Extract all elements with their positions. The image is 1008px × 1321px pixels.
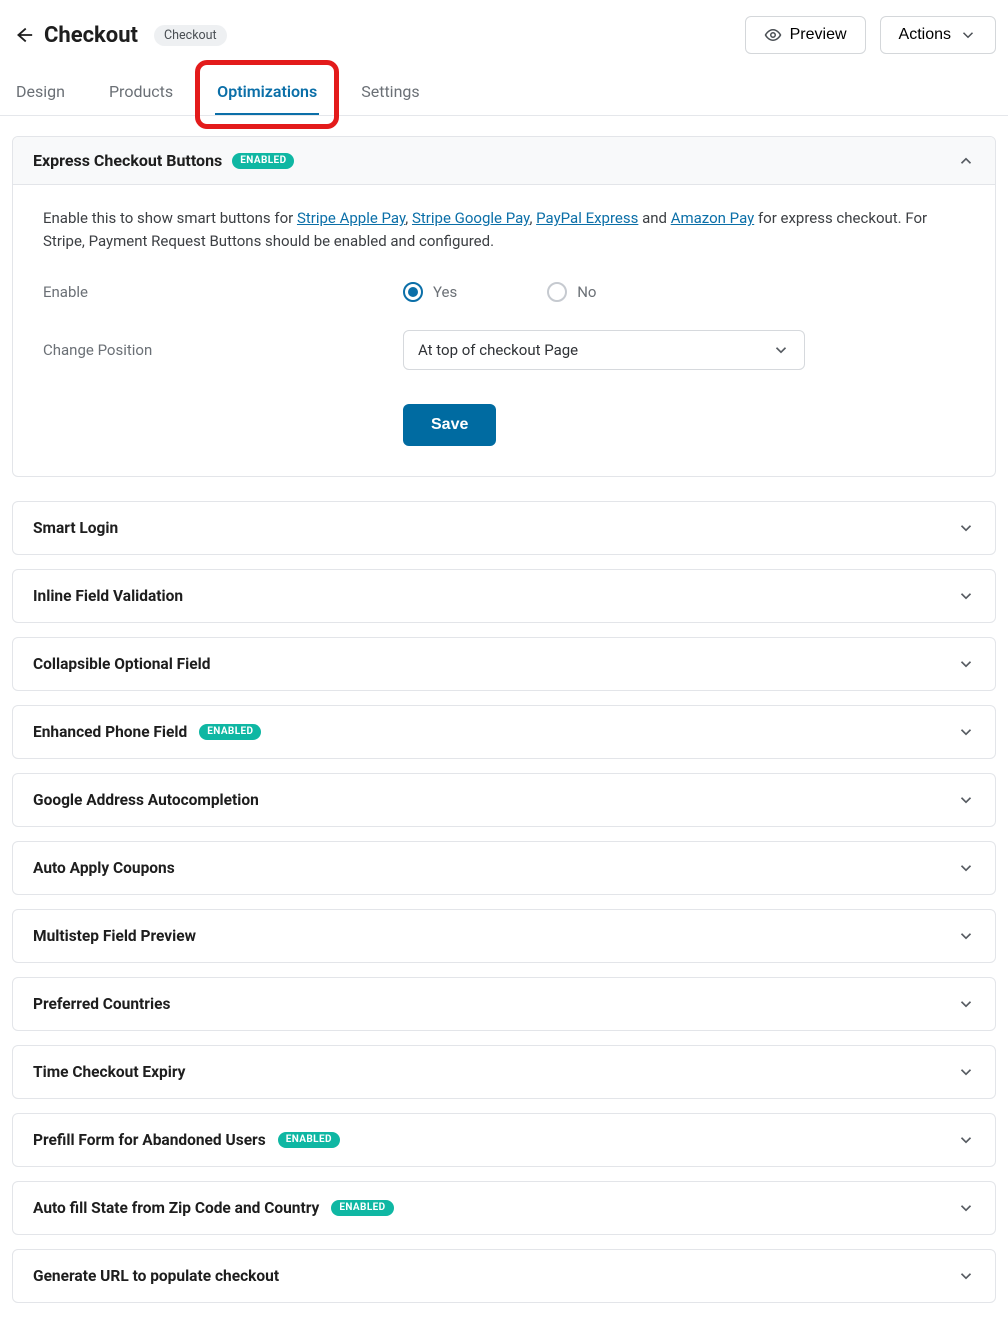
link-amazon-pay[interactable]: Amazon Pay [671, 209, 755, 227]
radio-unchecked-icon [547, 282, 567, 302]
chevron-down-icon [957, 655, 975, 673]
accordion-title: Generate URL to populate checkout [33, 1267, 279, 1285]
accordion-item[interactable]: Enhanced Phone Field ENABLED [12, 705, 996, 759]
accordion-title: Prefill Form for Abandoned Users [33, 1131, 266, 1149]
express-checkout-header[interactable]: Express Checkout Buttons ENABLED [13, 137, 995, 185]
accordion-item[interactable]: Generate URL to populate checkout [12, 1249, 996, 1303]
chevron-down-icon [957, 927, 975, 945]
chevron-down-icon [957, 1131, 975, 1149]
preview-button[interactable]: Preview [745, 16, 866, 54]
accordion-item[interactable]: Auto Apply Coupons [12, 841, 996, 895]
express-checkout-description: Enable this to show smart buttons for St… [43, 207, 965, 254]
accordion-item[interactable]: Auto fill State from Zip Code and Countr… [12, 1181, 996, 1235]
accordion-item[interactable]: Preferred Countries [12, 977, 996, 1031]
accordion-title: Multistep Field Preview [33, 927, 196, 945]
tab-design[interactable]: Design [12, 72, 69, 115]
tab-products[interactable]: Products [105, 72, 177, 115]
accordion-title: Enhanced Phone Field [33, 723, 187, 741]
position-label: Change Position [43, 341, 403, 359]
express-checkout-panel: Express Checkout Buttons ENABLED Enable … [12, 136, 996, 477]
accordion-title: Inline Field Validation [33, 587, 183, 605]
tab-optimizations[interactable]: Optimizations [213, 72, 321, 115]
enable-no-label: No [577, 283, 596, 301]
enabled-badge: ENABLED [232, 153, 294, 169]
enabled-badge: ENABLED [278, 1132, 340, 1148]
eye-icon [764, 26, 782, 44]
enable-yes-label: Yes [433, 283, 457, 301]
enable-yes-radio[interactable]: Yes [403, 282, 457, 302]
chevron-down-icon [957, 791, 975, 809]
chevron-down-icon [957, 1267, 975, 1285]
tabs-bar: Design Products Optimizations Settings [0, 72, 1008, 116]
radio-checked-icon [403, 282, 423, 302]
chevron-down-icon [959, 26, 977, 44]
chevron-down-icon [957, 723, 975, 741]
position-select[interactable]: At top of checkout Page [403, 330, 805, 370]
tab-settings[interactable]: Settings [357, 72, 423, 115]
link-paypal-express[interactable]: PayPal Express [536, 209, 638, 227]
preview-label: Preview [790, 26, 847, 44]
back-arrow-icon[interactable] [12, 24, 34, 46]
accordion-title: Auto Apply Coupons [33, 859, 175, 877]
chevron-down-icon [957, 1063, 975, 1081]
chevron-down-icon [957, 519, 975, 537]
accordion-item[interactable]: Prefill Form for Abandoned Users ENABLED [12, 1113, 996, 1167]
accordion-title: Google Address Autocompletion [33, 791, 259, 809]
accordion-item[interactable]: Smart Login [12, 501, 996, 555]
page-type-chip: Checkout [154, 25, 227, 46]
tab-optimizations-label: Optimizations [217, 82, 317, 101]
page-title: Checkout [44, 23, 138, 48]
save-button[interactable]: Save [403, 404, 496, 446]
actions-button[interactable]: Actions [880, 16, 996, 54]
accordion-title: Auto fill State from Zip Code and Countr… [33, 1199, 319, 1217]
chevron-down-icon [957, 587, 975, 605]
link-stripe-apple-pay[interactable]: Stripe Apple Pay [297, 209, 405, 227]
link-stripe-google-pay[interactable]: Stripe Google Pay [412, 209, 529, 227]
chevron-down-icon [957, 859, 975, 877]
position-value: At top of checkout Page [418, 341, 578, 359]
enabled-badge: ENABLED [331, 1200, 393, 1216]
accordion-item[interactable]: Google Address Autocompletion [12, 773, 996, 827]
accordion-item[interactable]: Multistep Field Preview [12, 909, 996, 963]
accordion-title: Time Checkout Expiry [33, 1063, 185, 1081]
actions-label: Actions [899, 26, 951, 44]
accordion-title: Collapsible Optional Field [33, 655, 210, 673]
enabled-badge: ENABLED [199, 724, 261, 740]
accordion-item[interactable]: Time Checkout Expiry [12, 1045, 996, 1099]
accordion-item[interactable]: Collapsible Optional Field [12, 637, 996, 691]
chevron-up-icon [957, 152, 975, 170]
chevron-down-icon [772, 341, 790, 359]
express-checkout-title: Express Checkout Buttons [33, 151, 222, 170]
chevron-down-icon [957, 1199, 975, 1217]
enable-label: Enable [43, 283, 403, 301]
accordion-title: Smart Login [33, 519, 118, 537]
chevron-down-icon [957, 995, 975, 1013]
enable-no-radio[interactable]: No [547, 282, 596, 302]
accordion-list: Smart Login Inline Field Validation Collap… [12, 501, 996, 1303]
accordion-item[interactable]: Inline Field Validation [12, 569, 996, 623]
accordion-title: Preferred Countries [33, 995, 170, 1013]
